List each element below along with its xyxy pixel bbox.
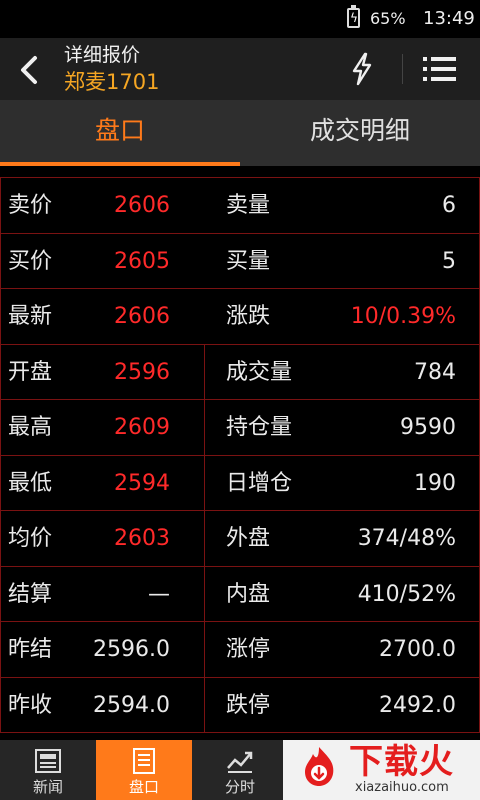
grid-line: [204, 455, 205, 510]
back-button[interactable]: [8, 48, 52, 92]
battery-percent: 65%: [370, 9, 406, 28]
quote-label: 开盘: [8, 359, 53, 385]
quote-value: 2606: [114, 304, 170, 329]
grid-line: [0, 289, 1, 344]
quote-value: 410/52%: [357, 581, 456, 607]
watermark-title: 下载火: [349, 742, 454, 782]
tab-trade-details[interactable]: 成交明细: [240, 100, 480, 166]
quote-value: 2594.0: [93, 692, 170, 718]
quote-label: 卖价: [8, 193, 53, 218]
quote-label: 结算: [8, 581, 53, 607]
battery-icon: ϟ: [347, 5, 360, 28]
nav-news-label: 新闻: [32, 778, 63, 796]
quote-label: 均价: [8, 526, 53, 551]
quote-value: 2603: [114, 526, 170, 551]
quote-value: 2700.0: [379, 637, 456, 662]
grid-line: [204, 566, 205, 621]
quote-value: 10/0.39%: [350, 304, 456, 329]
flame-logo-icon: [305, 747, 334, 786]
chevron-left-icon: [21, 56, 37, 84]
quote-label: 涨停: [226, 637, 271, 662]
document-icon: [133, 748, 155, 774]
quote-value: 374/48%: [357, 526, 456, 551]
list-menu-icon: [423, 57, 456, 81]
tab-bar: 盘口 成交明细: [0, 100, 480, 166]
nav-intraday[interactable]: 分时: [192, 740, 288, 800]
quote-value: 6: [442, 193, 456, 218]
nav-news[interactable]: 新闻: [0, 740, 96, 800]
quote-value: 784: [414, 359, 456, 385]
quote-label: 成交量: [226, 359, 293, 385]
quote-value: 2594: [114, 470, 170, 496]
quote-label: 昨收: [8, 692, 53, 718]
quote-label: 内盘: [226, 581, 271, 607]
grid-line: [204, 344, 205, 399]
quote-table: 卖价 2606 卖量 6 买价 2605 买量 5 最新 2606 涨跌 10/0.39% 开盘 2596…: [0, 177, 480, 733]
quote-label: 跌停: [226, 692, 271, 718]
quote-label: 昨结: [8, 637, 53, 662]
quote-value: 2596.0: [93, 637, 170, 662]
quote-value: —: [148, 581, 170, 607]
grid-line: [0, 677, 1, 732]
quote-label: 持仓量: [226, 415, 293, 440]
grid-line: [0, 455, 1, 510]
menu-button[interactable]: [420, 52, 460, 86]
flash-order-button[interactable]: [346, 51, 378, 87]
watermark-banner: 下载火 xiazaihuo.com: [283, 740, 480, 800]
quote-row: 买价 2605 买量 5: [0, 233, 480, 289]
quote-value: 2609: [114, 415, 170, 440]
quote-row: 均价 2603 外盘 374/48%: [0, 511, 480, 567]
quote-label: 卖量: [226, 193, 271, 218]
quote-value: 2596: [114, 359, 170, 385]
quote-row: 昨结 2596.0 涨停 2700.0: [0, 622, 480, 678]
nav-order-book[interactable]: 盘口: [96, 740, 192, 800]
quote-row: 卖价 2606 卖量 6: [0, 178, 480, 234]
status-clock: 13:49: [423, 8, 475, 29]
quote-value: 2606: [114, 193, 170, 218]
grid-line: [204, 400, 205, 455]
quote-label: 买量: [226, 248, 271, 274]
quote-row: 最新 2606 涨跌 10/0.39%: [0, 289, 480, 345]
grid-line: [0, 344, 1, 399]
tab-order-book[interactable]: 盘口: [0, 100, 240, 166]
nav-order-book-label: 盘口: [128, 778, 159, 796]
quote-row: 最低 2594 日增仓 190: [0, 455, 480, 511]
quote-value: 190: [414, 470, 456, 496]
quote-label: 最低: [8, 470, 53, 496]
contract-name: 郑麦1701: [64, 70, 160, 94]
newspaper-icon: [35, 749, 61, 773]
quote-value: 2492.0: [379, 692, 456, 718]
lightning-icon: [352, 52, 372, 86]
quote-value: 5: [442, 248, 456, 274]
toolbar-divider: [402, 54, 403, 84]
quote-label: 买价: [8, 248, 53, 274]
quote-label: 外盘: [226, 526, 271, 551]
grid-line: [0, 233, 1, 288]
title-group: 详细报价 郑麦1701: [64, 42, 159, 96]
quote-label: 日增仓: [226, 470, 293, 496]
grid-line: [0, 566, 1, 621]
grid-line: [204, 622, 205, 677]
quote-row: 开盘 2596 成交量 784: [0, 344, 480, 400]
quote-label: 最高: [8, 415, 53, 440]
status-bar: ϟ 65% 13:49: [0, 0, 480, 38]
quote-row: 结算 — 内盘 410/52%: [0, 566, 480, 622]
quote-label: 最新: [8, 304, 53, 329]
quote-row: 最高 2609 持仓量 9590: [0, 400, 480, 456]
grid-line: [0, 511, 1, 566]
quote-row: 昨收 2594.0 跌停 2492.0: [0, 677, 480, 733]
line-chart-icon: [227, 751, 253, 773]
quote-label: 涨跌: [226, 304, 271, 329]
grid-line: [0, 622, 1, 677]
grid-line: [0, 400, 1, 455]
quote-value: 2605: [114, 248, 170, 274]
grid-line: [204, 677, 205, 732]
watermark-url: xiazaihuo.com: [355, 780, 449, 795]
quote-value: 9590: [400, 415, 456, 440]
nav-intraday-label: 分时: [224, 778, 255, 796]
page-title: 详细报价: [64, 44, 141, 66]
grid-line: [0, 178, 1, 233]
grid-line: [204, 511, 205, 566]
title-bar: 详细报价 郑麦1701: [0, 38, 480, 100]
